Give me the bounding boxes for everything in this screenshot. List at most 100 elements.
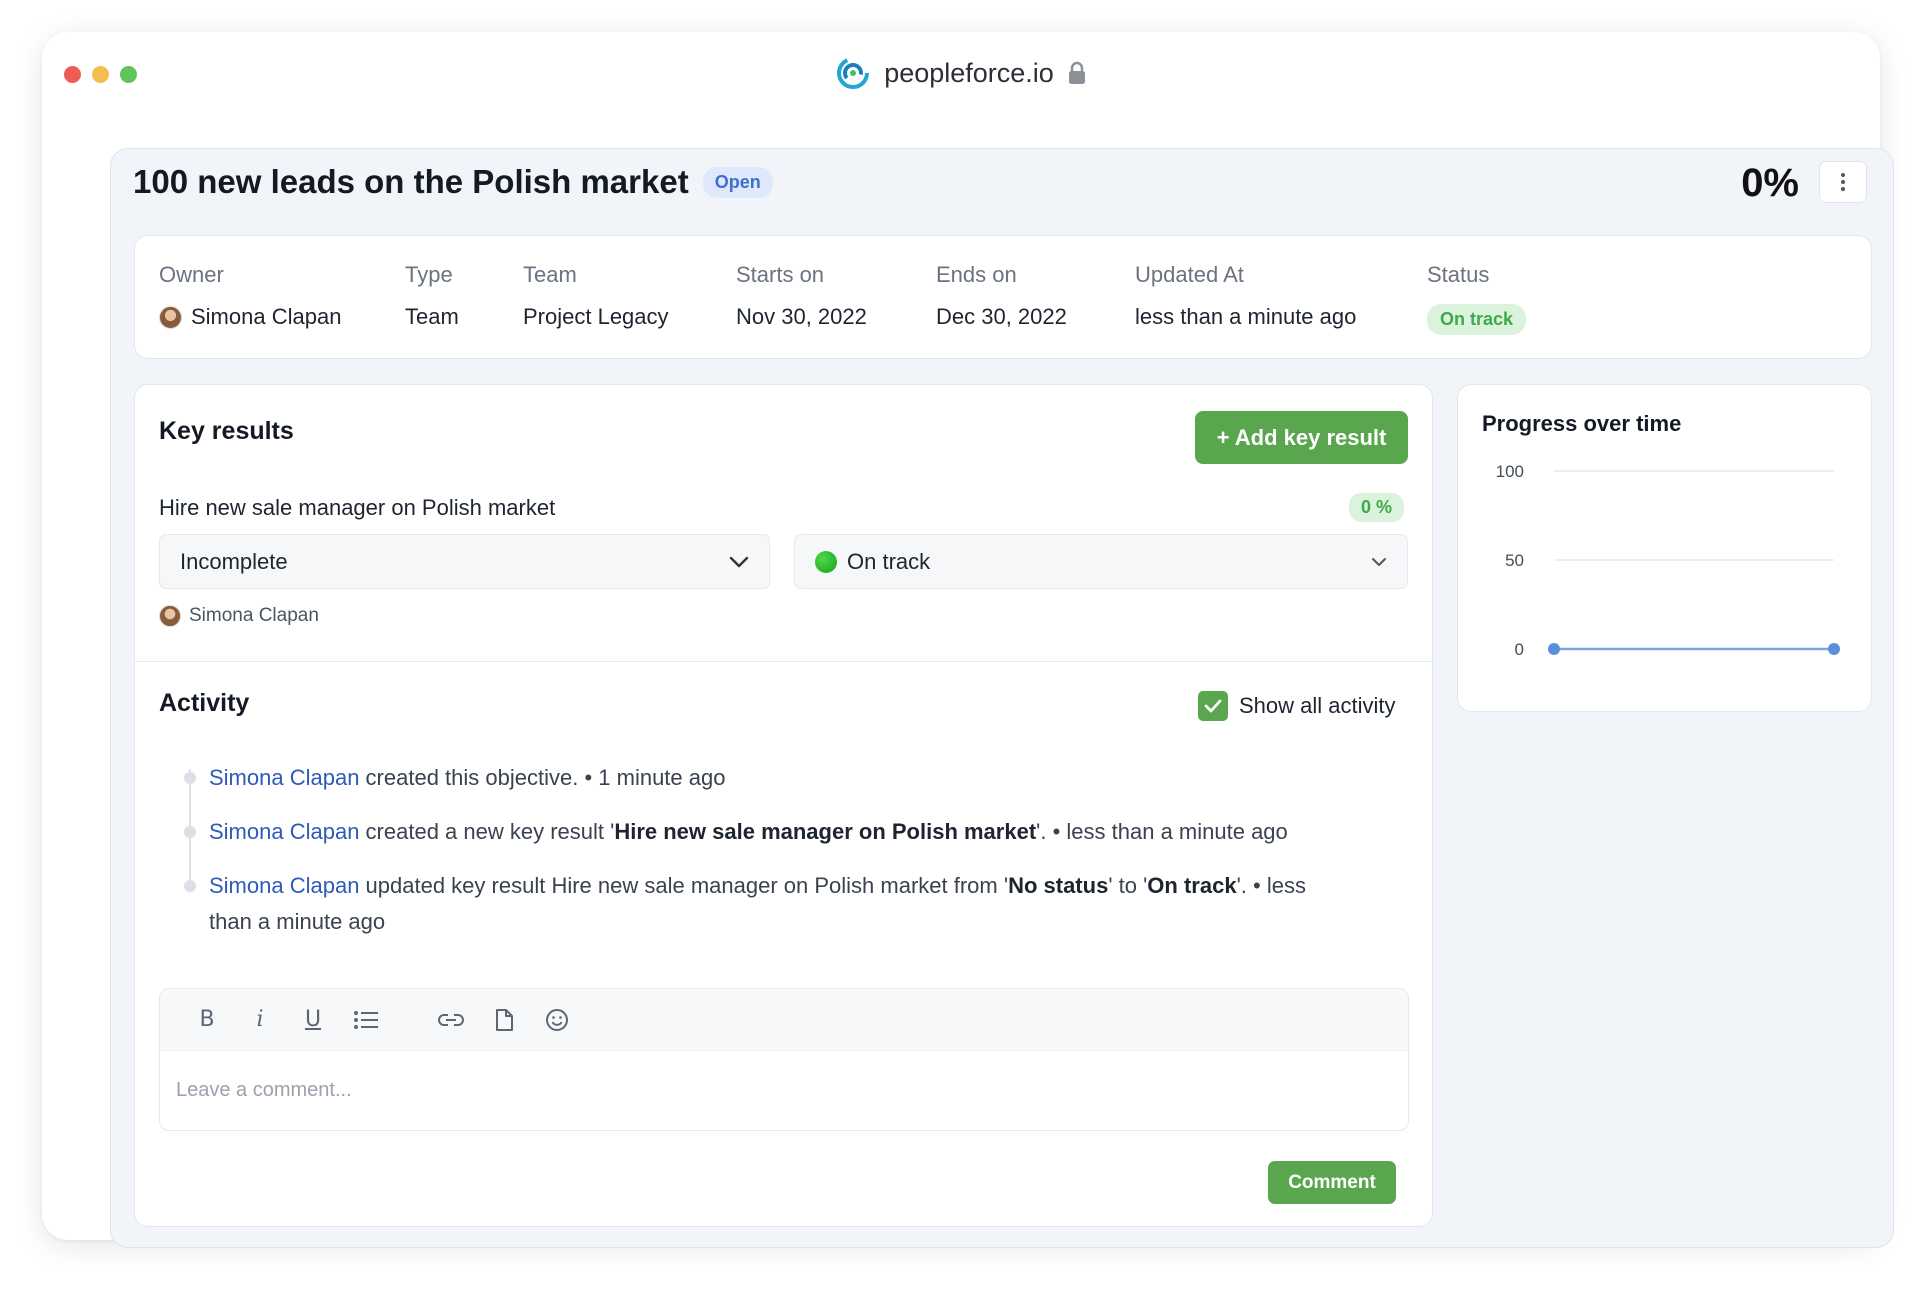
activity-timeline	[189, 769, 191, 881]
address-bar[interactable]: peopleforce.io	[42, 56, 1880, 90]
activity-time: • less than a minute ago	[1052, 819, 1288, 844]
comment-input[interactable]	[160, 1051, 1408, 1129]
y-tick-label: 50	[1505, 551, 1524, 570]
chevron-down-icon	[729, 556, 749, 567]
activity-item: Simona Clapan updated key result Hire ne…	[209, 868, 1399, 940]
objective-page: 100 new leads on the Polish market Open …	[110, 148, 1894, 1248]
activity-actor-link[interactable]: Simona Clapan	[209, 873, 359, 898]
objective-state-badge: Open	[702, 166, 773, 198]
updated-at-field: Updated At less than a minute ago	[1135, 262, 1356, 330]
owner-field: Owner Simona Clapan	[159, 262, 341, 330]
starts-on-label: Starts on	[736, 262, 825, 287]
kebab-dot-icon	[1841, 187, 1845, 191]
list-icon[interactable]	[349, 1003, 383, 1037]
progress-chart: 100 50 0	[1496, 462, 1840, 659]
status-badge: On track	[1427, 304, 1527, 335]
activity-actor-link[interactable]: Simona Clapan	[209, 765, 359, 790]
ends-on-field: Ends on Dec 30, 2022	[936, 262, 1067, 330]
key-results-title: Key results	[159, 417, 294, 445]
activity-item: Simona Clapan created a new key result '…	[209, 814, 1288, 850]
peopleforce-logo-icon	[837, 57, 870, 89]
comment-button[interactable]: Comment	[1268, 1161, 1396, 1204]
activity-item: Simona Clapan created this objective. • …	[209, 760, 725, 796]
owner-label: Owner	[159, 262, 224, 287]
kebab-dot-icon	[1841, 173, 1845, 177]
completion-select-value: Incomplete	[180, 548, 288, 574]
checkbox-checked-icon[interactable]	[1198, 691, 1228, 721]
team-value: Project Legacy	[523, 304, 669, 329]
italic-icon[interactable]: i	[243, 1003, 277, 1037]
activity-old-status: No status	[1008, 873, 1109, 898]
team-field: Team Project Legacy	[523, 262, 669, 330]
completion-select[interactable]: Incomplete	[159, 534, 770, 589]
owner-value[interactable]: Simona Clapan	[159, 304, 341, 330]
key-result-owner-name: Simona Clapan	[189, 605, 319, 626]
show-all-activity-toggle[interactable]: Show all activity	[1198, 691, 1396, 721]
browser-window: peopleforce.io 100 new leads on the Poli…	[42, 32, 1894, 1248]
status-select-value: On track	[847, 548, 931, 574]
show-all-activity-label: Show all activity	[1239, 693, 1396, 718]
data-point[interactable]	[1828, 643, 1840, 655]
status-dot-icon	[815, 550, 837, 573]
timeline-dot	[184, 880, 196, 892]
editor-toolbar: B i U	[160, 989, 1408, 1051]
key-result-owner[interactable]: Simona Clapan	[159, 605, 319, 627]
chevron-down-icon	[1372, 557, 1386, 566]
activity-text: created this objective.	[359, 765, 585, 790]
activity-actor-link[interactable]: Simona Clapan	[209, 819, 359, 844]
y-tick-label: 100	[1496, 462, 1524, 481]
status-label: Status	[1427, 262, 1490, 287]
owner-name: Simona Clapan	[191, 304, 342, 329]
activity-title: Activity	[159, 689, 250, 717]
bold-icon[interactable]: B	[190, 1003, 224, 1037]
underline-icon[interactable]: U	[296, 1003, 330, 1037]
lock-icon	[1068, 61, 1085, 84]
type-label: Type	[405, 262, 453, 287]
status-field: Status On track	[1427, 262, 1527, 335]
starts-on-field: Starts on Nov 30, 2022	[736, 262, 867, 330]
key-result-percent-badge: 0 %	[1349, 493, 1405, 522]
url-text: peopleforce.io	[884, 57, 1054, 88]
ends-on-label: Ends on	[936, 262, 1017, 287]
activity-time: • less	[1253, 873, 1306, 898]
activity-text: created a new key result '	[359, 819, 615, 844]
file-icon[interactable]	[487, 1003, 521, 1037]
avatar	[159, 605, 181, 627]
activity-key-result-name: Hire new sale manager on Polish market	[614, 819, 1037, 844]
ends-on-value: Dec 30, 2022	[936, 304, 1067, 329]
key-result-title[interactable]: Hire new sale manager on Polish market	[159, 495, 555, 521]
objective-info-card: Owner Simona Clapan Type Team Team Proje…	[134, 235, 1872, 359]
updated-at-value: less than a minute ago	[1135, 304, 1357, 329]
comment-editor: B i U	[159, 988, 1409, 1131]
key-results-card: Key results + Add key result Hire new sa…	[134, 384, 1433, 1227]
kebab-dot-icon	[1841, 180, 1845, 184]
activity-new-status: On track	[1147, 873, 1237, 898]
status-value: On track	[1427, 304, 1527, 335]
activity-text: '.	[1036, 819, 1053, 844]
timeline-dot	[184, 772, 196, 784]
updated-at-label: Updated At	[1135, 262, 1244, 287]
more-options-button[interactable]	[1819, 161, 1867, 203]
type-value: Team	[405, 304, 459, 329]
starts-on-value: Nov 30, 2022	[736, 304, 867, 329]
objective-header: 100 new leads on the Polish market Open	[133, 163, 773, 201]
activity-text: updated key result Hire new sale manager…	[359, 873, 1009, 898]
status-select[interactable]: On track	[794, 534, 1408, 589]
activity-time: than a minute ago	[209, 909, 386, 934]
y-tick-label: 0	[1515, 640, 1524, 659]
type-field: Type Team	[405, 262, 459, 330]
activity-text: '.	[1236, 873, 1253, 898]
activity-text: ' to '	[1108, 873, 1148, 898]
progress-over-time-card: Progress over time 100 50 0	[1457, 384, 1872, 712]
add-key-result-button[interactable]: + Add key result	[1195, 411, 1408, 464]
avatar	[159, 305, 182, 329]
team-label: Team	[523, 262, 577, 287]
objective-progress: 0%	[1741, 161, 1799, 205]
data-point[interactable]	[1548, 643, 1560, 655]
timeline-dot	[184, 826, 196, 838]
link-icon[interactable]	[434, 1003, 468, 1037]
activity-time: • 1 minute ago	[584, 765, 726, 790]
section-divider	[135, 661, 1432, 662]
objective-title: 100 new leads on the Polish market	[133, 163, 689, 200]
emoji-icon[interactable]	[540, 1003, 574, 1037]
